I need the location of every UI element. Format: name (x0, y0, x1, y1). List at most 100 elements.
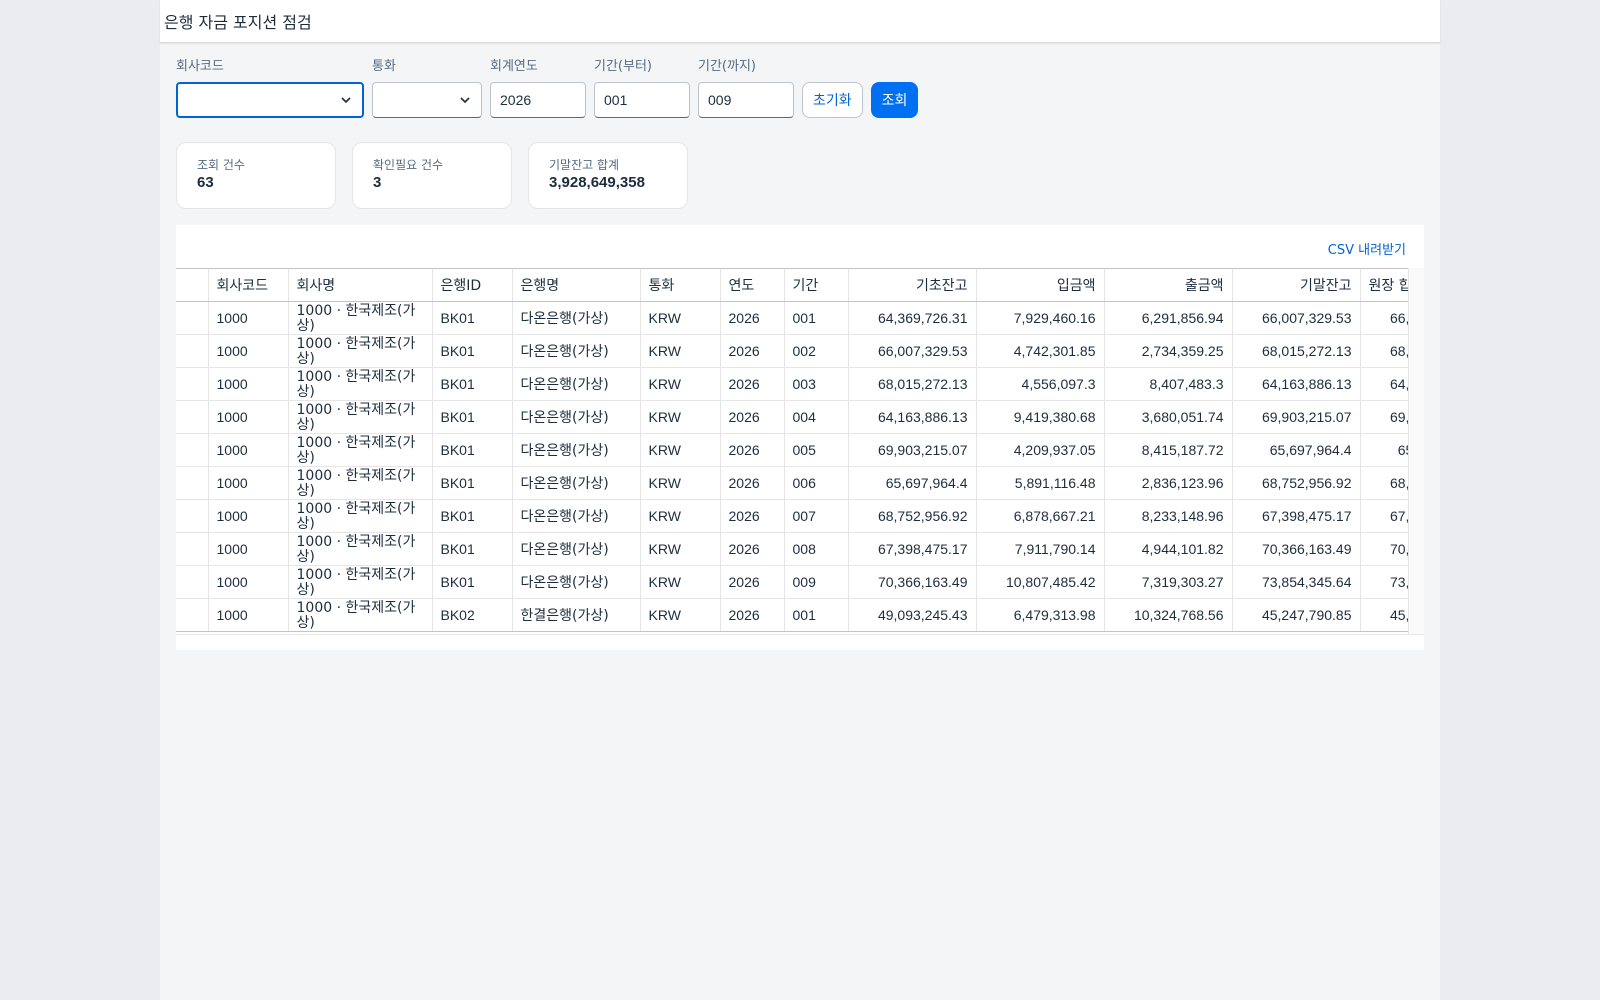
column-header[interactable]: 연도 (720, 269, 785, 302)
table-cell: KRW (640, 301, 721, 335)
table-cell: 49,093,245.43 (848, 598, 977, 632)
count-card-value: 63 (197, 174, 214, 191)
table-row[interactable]: 1000 1000 · 한국제조(가상) BK01 다온은행(가상) KRW 2026 00… (176, 301, 1408, 335)
table-cell: 4,209,937.05 (976, 433, 1105, 467)
table-cell: 1000 (208, 499, 289, 533)
column-header[interactable]: 통화 (640, 269, 721, 302)
table-row[interactable]: 1000 1000 · 한국제조(가상) BK01 다온은행(가상) KRW 2026 00… (176, 433, 1408, 467)
table-cell: KRW (640, 400, 721, 434)
table-scroll-area[interactable]: 회사코드 회사명 은행ID 은행명 통화 연도 기간 기초잔고 입금액 출금액 기말잔고 원장 합 1… (176, 268, 1408, 634)
column-header[interactable]: 원장 합 (1360, 269, 1408, 302)
table-row[interactable]: 1000 1000 · 한국제조(가상) BK01 다온은행(가상) KRW 2026 00… (176, 499, 1408, 533)
row-selector-cell[interactable] (176, 400, 209, 434)
ending-balance-card-value: 3,928,649,358 (549, 174, 645, 191)
currency-field: 통화 (372, 58, 482, 118)
check-needed-card-value: 3 (373, 174, 382, 191)
row-selector-cell[interactable] (176, 499, 209, 533)
column-header[interactable]: 입금액 (976, 269, 1105, 302)
table-row[interactable]: 1000 1000 · 한국제조(가상) BK01 다온은행(가상) KRW 2026 00… (176, 565, 1408, 599)
chevron-down-icon (460, 97, 470, 104)
table-cell: 2026 (720, 598, 785, 632)
table-cell: KRW (640, 499, 721, 533)
row-selector-cell[interactable] (176, 466, 209, 500)
table-row[interactable]: 1000 1000 · 한국제조(가상) BK01 다온은행(가상) KRW 2026 00… (176, 367, 1408, 401)
table-cell: 003 (784, 367, 849, 401)
table-row[interactable]: 1000 1000 · 한국제조(가상) BK01 다온은행(가상) KRW 2026 00… (176, 334, 1408, 368)
table-row[interactable]: 1000 1000 · 한국제조(가상) BK02 한결은행(가상) KRW 2026 00… (176, 598, 1408, 632)
table-cell: 45,247,790.85 (1232, 598, 1361, 632)
period-to-input[interactable]: 009 (698, 82, 794, 118)
table-cell: 1000 (208, 334, 289, 368)
row-selector-header[interactable] (176, 269, 209, 302)
table-cell: 005 (784, 433, 849, 467)
table-cell: 4,742,301.85 (976, 334, 1105, 368)
table-cell: 008 (784, 532, 849, 566)
row-selector-cell[interactable] (176, 532, 209, 566)
table-cell: BK02 (432, 598, 513, 632)
table-cell: 2026 (720, 367, 785, 401)
table-cell: BK01 (432, 400, 513, 434)
table-row[interactable]: 1000 1000 · 한국제조(가상) BK01 다온은행(가상) KRW 2026 00… (176, 400, 1408, 434)
table-cell: 67,398,475.17 (848, 532, 977, 566)
column-header[interactable]: 회사명 (288, 269, 433, 302)
currency-select[interactable] (372, 82, 482, 118)
table-cell: 1000 · 한국제조(가상) (288, 499, 433, 533)
table-cell: 007 (784, 499, 849, 533)
table-cell: 1000 (208, 532, 289, 566)
column-header[interactable]: 출금액 (1104, 269, 1233, 302)
table-cell: BK01 (432, 565, 513, 599)
table-cell: 2026 (720, 334, 785, 368)
period-from-label: 기간(부터) (594, 59, 652, 74)
column-header[interactable]: 기말잔고 (1232, 269, 1361, 302)
table-cell: 2,836,123.96 (1104, 466, 1233, 500)
search-button[interactable]: 조회 (870, 82, 919, 118)
column-header[interactable]: 은행ID (432, 269, 513, 302)
fiscal-year-input[interactable]: 2026 (490, 82, 586, 118)
table-cell: 4,556,097.3 (976, 367, 1105, 401)
table-row[interactable]: 1000 1000 · 한국제조(가상) BK01 다온은행(가상) KRW 2026 00… (176, 466, 1408, 500)
table-cell: BK01 (432, 466, 513, 500)
table-cell: 다온은행(가상) (512, 499, 641, 533)
table-cell: 1000 · 한국제조(가상) (288, 565, 433, 599)
horizontal-scrollbar[interactable] (176, 634, 1424, 650)
count-card: 조회 건수 63 (176, 142, 336, 209)
table-row[interactable]: 1000 1000 · 한국제조(가상) BK01 다온은행(가상) KRW 2026 00… (176, 532, 1408, 566)
column-header[interactable]: 기간 (784, 269, 849, 302)
table-cell: 2026 (720, 466, 785, 500)
table-cell: 68,015,272.13 (848, 367, 977, 401)
table-cell: 70,366,163.49 (1360, 532, 1408, 566)
table-cell: 7,911,790.14 (976, 532, 1105, 566)
row-selector-cell[interactable] (176, 367, 209, 401)
company-code-select[interactable] (176, 82, 364, 118)
row-selector-cell[interactable] (176, 433, 209, 467)
column-header[interactable]: 은행명 (512, 269, 641, 302)
table-cell: BK01 (432, 532, 513, 566)
row-selector-cell[interactable] (176, 598, 209, 632)
fiscal-year-label: 회계연도 (490, 59, 538, 74)
table-cell: 67,398,475.17 (1232, 499, 1361, 533)
table-cell: 66,007,329.53 (1360, 301, 1408, 335)
row-selector-cell[interactable] (176, 301, 209, 335)
table-cell: KRW (640, 532, 721, 566)
column-header[interactable]: 회사코드 (208, 269, 289, 302)
table-cell: 2026 (720, 499, 785, 533)
table-cell: BK01 (432, 334, 513, 368)
table-cell: 001 (784, 301, 849, 335)
table-cell: 다온은행(가상) (512, 367, 641, 401)
reset-button[interactable]: 초기화 (802, 82, 863, 118)
table-cell: 9,419,380.68 (976, 400, 1105, 434)
table-cell: 66,007,329.53 (1232, 301, 1361, 335)
row-selector-cell[interactable] (176, 334, 209, 368)
period-from-input[interactable]: 001 (594, 82, 690, 118)
csv-download-link[interactable]: CSV 내려받기 (1328, 239, 1406, 258)
table-cell: 68,752,956.92 (1360, 466, 1408, 500)
table-cell: 64,163,886.13 (1232, 367, 1361, 401)
column-header[interactable]: 기초잔고 (848, 269, 977, 302)
vertical-scrollbar[interactable] (1408, 268, 1424, 634)
table-cell: 1000 · 한국제조(가상) (288, 598, 433, 632)
table-cell: 2026 (720, 400, 785, 434)
count-card-label: 조회 건수 (197, 158, 245, 172)
row-selector-cell[interactable] (176, 565, 209, 599)
table-cell: 68,015,272.13 (1232, 334, 1361, 368)
table-cell: 6,878,667.21 (976, 499, 1105, 533)
